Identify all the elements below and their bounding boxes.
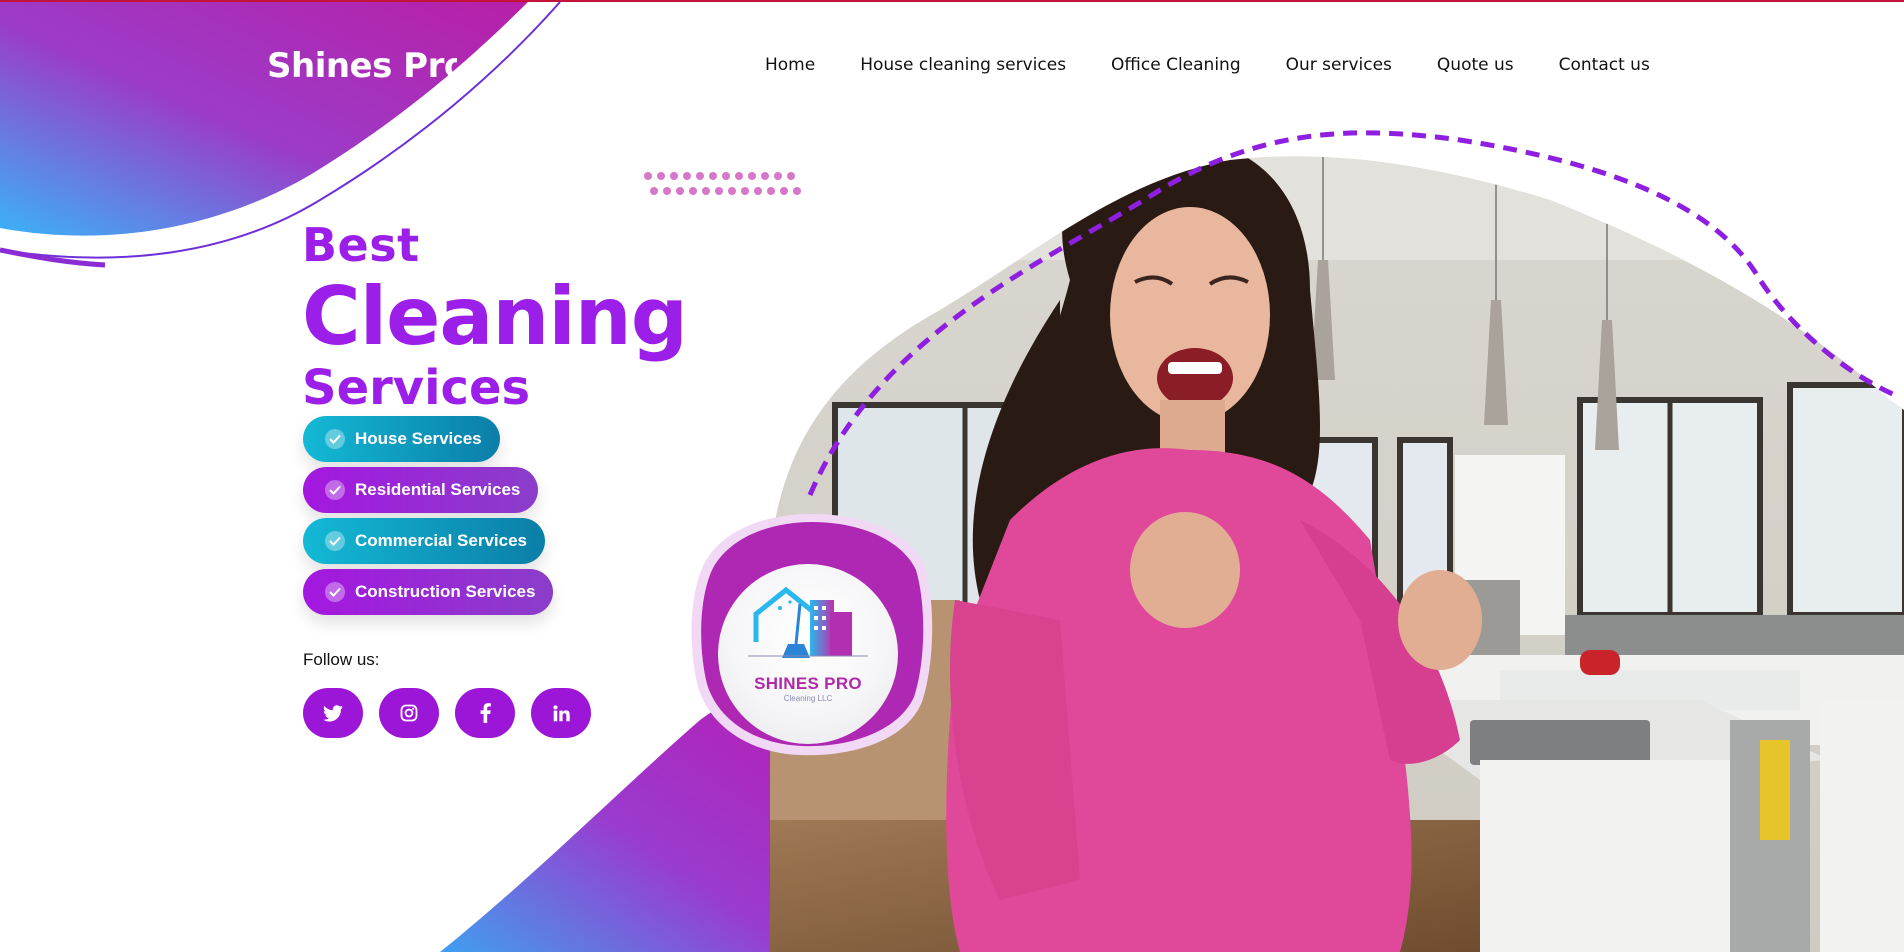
hero-heading-line2: Cleaning bbox=[302, 270, 688, 363]
service-pill-label: Residential Services bbox=[355, 480, 521, 499]
linkedin-button[interactable] bbox=[531, 688, 591, 738]
logo-title: SHINES PRO bbox=[754, 674, 862, 693]
check-icon bbox=[325, 582, 345, 602]
logo: SHINES PRO Cleaning LLC bbox=[718, 564, 898, 744]
logo-subtitle: Cleaning LLC bbox=[783, 694, 833, 703]
nav-home[interactable]: Home bbox=[765, 55, 815, 75]
main-nav: Home House cleaning services Office Clea… bbox=[765, 55, 1650, 75]
check-icon bbox=[325, 429, 345, 449]
linkedin-icon bbox=[552, 704, 570, 721]
nav-quote-us[interactable]: Quote us bbox=[1437, 55, 1514, 75]
hero-heading-line1: Best bbox=[302, 218, 420, 272]
twitter-button[interactable] bbox=[303, 688, 363, 738]
nav-contact-us[interactable]: Contact us bbox=[1559, 55, 1650, 75]
social-links bbox=[303, 688, 591, 738]
service-pill-house[interactable]: House Services bbox=[303, 416, 500, 462]
hero-heading-line3: Services bbox=[302, 360, 531, 416]
instagram-button[interactable] bbox=[379, 688, 439, 738]
top-border bbox=[0, 0, 1904, 2]
brand-logo-text[interactable]: Shines Pro bbox=[267, 46, 457, 86]
service-pill-label: Commercial Services bbox=[355, 531, 527, 550]
service-pill-residential[interactable]: Residential Services bbox=[303, 467, 539, 513]
facebook-icon bbox=[480, 703, 491, 723]
nav-office-cleaning[interactable]: Office Cleaning bbox=[1111, 55, 1241, 75]
twitter-icon bbox=[323, 704, 343, 721]
hero-photo bbox=[770, 130, 1904, 952]
service-pill-commercial[interactable]: Commercial Services bbox=[303, 518, 545, 564]
service-pill-label: Construction Services bbox=[355, 582, 536, 601]
nav-our-services[interactable]: Our services bbox=[1286, 55, 1392, 75]
instagram-icon bbox=[400, 704, 418, 722]
service-pill-construction[interactable]: Construction Services bbox=[303, 569, 554, 615]
nav-house-cleaning[interactable]: House cleaning services bbox=[860, 55, 1066, 75]
check-icon bbox=[325, 531, 345, 551]
check-icon bbox=[325, 480, 345, 500]
follow-label: Follow us: bbox=[303, 650, 380, 669]
service-pill-label: House Services bbox=[355, 429, 482, 448]
facebook-button[interactable] bbox=[455, 688, 515, 738]
